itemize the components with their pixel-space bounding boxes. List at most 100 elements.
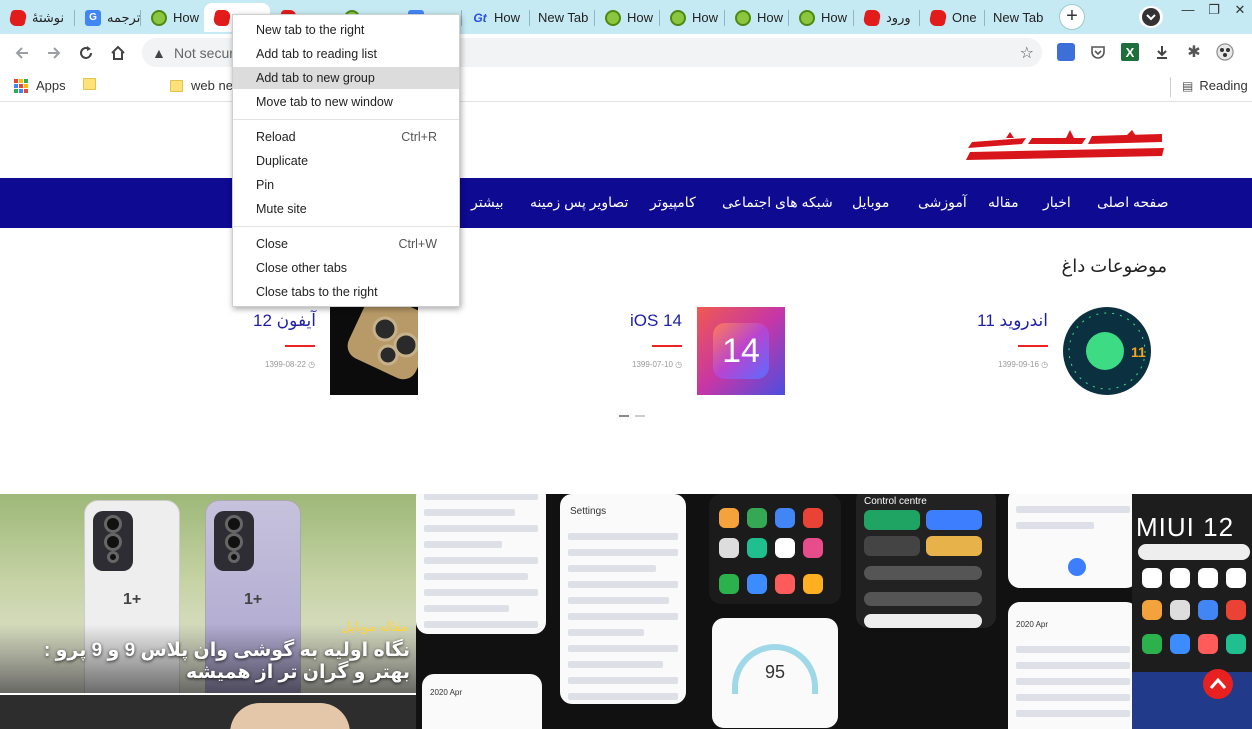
svg-text:11: 11 (1131, 344, 1146, 360)
nav-item-articles[interactable]: مقاله (988, 194, 1019, 211)
miui-banner[interactable]: 2020 Apr Settings 95 Control centre 2020… (416, 494, 1252, 729)
tab-title: نوشتهٔ (32, 9, 65, 25)
arrow-left-icon (15, 47, 28, 59)
frog-icon (605, 9, 621, 26)
menu-item-reload[interactable]: Reload Ctrl+R (233, 126, 459, 148)
card-title[interactable]: اندروید 11 (960, 311, 1048, 331)
bookmark-star-icon[interactable]: ☆ (1020, 43, 1034, 63)
tab[interactable]: نوشتهٔ (0, 3, 75, 32)
menu-item-move-to-new-window[interactable]: Move tab to new window (233, 91, 459, 113)
card-date: 1399-07-10 ◷ (632, 360, 683, 369)
folder-icon (83, 78, 96, 90)
banner-title[interactable]: نگاه اولیه به گوشی وان پلاس 9 و 9 پرو : … (12, 640, 410, 684)
menu-item-add-to-reading-list[interactable]: Add tab to reading list (233, 43, 459, 65)
menu-item-close-other-tabs[interactable]: Close other tabs (233, 257, 459, 279)
tab[interactable]: New Tab (985, 3, 1053, 32)
reading-list-button[interactable]: ▤ Reading (1182, 78, 1248, 93)
close-window-button[interactable]: ✕ (1227, 0, 1252, 22)
card-date: 1399-08-22 ◷ (265, 360, 316, 369)
tab[interactable]: G ترجمه (75, 3, 141, 32)
extension-blue-icon[interactable] (1057, 43, 1075, 61)
iphone-12-image[interactable] (330, 307, 418, 395)
tab-title: ترجمه (107, 9, 141, 25)
pocket-icon[interactable] (1089, 43, 1107, 61)
chevron-down-icon (1142, 8, 1160, 26)
new-tab-button[interactable]: + (1059, 4, 1085, 30)
bookmarks-bar: Apps web ne ▤ Reading (0, 71, 1252, 102)
bookmark-folder[interactable] (83, 78, 104, 90)
site-favicon-icon (8, 9, 28, 26)
menu-item-duplicate[interactable]: Duplicate (233, 150, 459, 172)
site-navbar: صفحه اصلی اخبار مقاله آموزشی موبایل شبکه… (0, 178, 1252, 228)
tab-title: ورود (886, 9, 911, 25)
download-icon[interactable] (1153, 43, 1171, 61)
chevron-up-icon (1209, 677, 1227, 689)
profile-avatar[interactable] (1216, 43, 1234, 61)
bookmark-label: web ne (191, 78, 233, 93)
frog-icon (735, 9, 751, 26)
bookmark-apps[interactable]: Apps (14, 78, 66, 93)
tab-search-button[interactable] (1139, 6, 1163, 28)
tab[interactable]: How (660, 3, 725, 32)
tab-title: How (173, 10, 200, 25)
site-logo[interactable] (966, 130, 1166, 164)
excel-extension-icon[interactable]: X (1121, 43, 1139, 61)
tab-title: New Tab (993, 10, 1044, 25)
menu-item-add-to-new-group[interactable]: Add tab to new group (233, 67, 459, 89)
nav-item-tutorials[interactable]: آموزشی (918, 194, 967, 211)
nav-item-wallpapers[interactable]: تصاویر پس زمینه (530, 194, 628, 211)
forward-button[interactable] (40, 39, 68, 67)
nav-item-home[interactable]: صفحه اصلی (1097, 194, 1168, 211)
google-translate-icon: G (85, 9, 101, 26)
tab-title: How (494, 10, 521, 25)
arrow-right-icon (48, 47, 61, 59)
banner-category[interactable]: مقاله موبایل (341, 619, 408, 635)
tab[interactable]: How (595, 3, 660, 32)
menu-item-mute-site[interactable]: Mute site (233, 198, 459, 220)
apps-grid-icon (14, 78, 28, 93)
frog-icon (799, 9, 815, 26)
tab[interactable]: How (789, 3, 854, 32)
tab[interactable]: New Tab (530, 3, 595, 32)
nav-item-more[interactable]: بیشتر (471, 194, 504, 211)
carousel-dots[interactable] (619, 404, 651, 422)
tab[interactable]: ورود (854, 3, 920, 32)
tab-title: How (692, 10, 719, 25)
menu-item-close[interactable]: Close Ctrl+W (233, 233, 459, 255)
card-title[interactable]: آیفون 12 (226, 311, 316, 331)
tab[interactable]: How (725, 3, 789, 32)
nav-item-mobile[interactable]: موبایل (852, 194, 889, 211)
bookmark-folder-web[interactable]: web ne (170, 78, 233, 93)
home-button[interactable] (104, 39, 132, 67)
warning-icon: ▲ (152, 45, 166, 61)
ios-14-image[interactable]: 14 (697, 307, 785, 395)
menu-item-new-tab-right[interactable]: New tab to the right (233, 19, 459, 41)
tab[interactable]: How (141, 3, 204, 32)
tab-title: How (757, 10, 784, 25)
featured-banner[interactable]: 1+ 1+ مقاله موبایل نگاه اولیه به گوشی وا… (0, 494, 416, 693)
extensions-puzzle-icon[interactable]: ✱ (1185, 43, 1203, 61)
browser-toolbar: ▲ Not secur ☆ X ✱ (0, 34, 1252, 71)
site-favicon-icon (212, 9, 232, 26)
frog-icon (670, 9, 686, 26)
second-banner[interactable] (0, 695, 416, 729)
gt-icon: Gt (473, 10, 487, 25)
tab-context-menu: New tab to the right Add tab to reading … (232, 14, 460, 307)
nav-item-computer[interactable]: کامپیوتر (650, 194, 696, 211)
nav-item-news[interactable]: اخبار (1043, 194, 1071, 211)
tab[interactable]: Gt How (462, 3, 530, 32)
menu-item-close-tabs-right[interactable]: Close tabs to the right (233, 281, 459, 303)
site-favicon-icon (928, 9, 948, 26)
menu-item-pin[interactable]: Pin (233, 174, 459, 196)
settings-title: Settings (570, 506, 607, 517)
back-to-top-button[interactable] (1203, 669, 1233, 699)
tab[interactable]: One (920, 3, 985, 32)
back-button[interactable] (8, 39, 36, 67)
android-11-image[interactable]: 11 (1063, 307, 1151, 395)
reload-button[interactable] (72, 39, 100, 67)
restore-button[interactable]: ❐ (1201, 0, 1227, 22)
nav-item-social[interactable]: شبکه های اجتماعی (722, 194, 833, 211)
card-title[interactable]: iOS 14 (600, 311, 682, 331)
miui-label: MIUI 12 (1136, 512, 1235, 542)
minimize-button[interactable]: — (1175, 0, 1201, 22)
